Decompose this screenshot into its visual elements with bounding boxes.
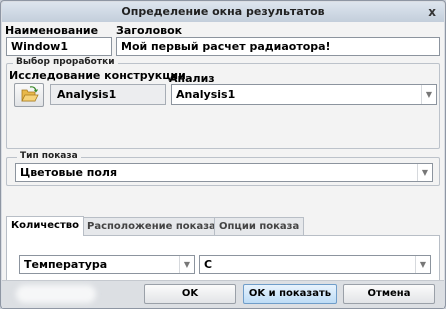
analysis-combo[interactable]: Analysis1 ▼ (171, 84, 437, 105)
heading-field[interactable]: Мой первый расчет радиаотора! (116, 37, 440, 56)
blurred-region (16, 285, 96, 303)
chevron-down-icon[interactable]: ▼ (421, 85, 436, 104)
name-label: Наименование (5, 24, 99, 37)
chevron-down-icon[interactable]: ▼ (417, 164, 432, 181)
display-type-group: Тип показа Цветовые поля ▼ (6, 151, 440, 186)
chevron-down-icon[interactable]: ▼ (415, 256, 430, 273)
measure-value: Температура (24, 258, 108, 271)
ok-button[interactable]: OK (144, 284, 236, 304)
name-field[interactable]: Window1 (6, 37, 112, 56)
chevron-down-icon[interactable]: ▼ (179, 256, 194, 273)
display-type-value: Цветовые поля (20, 166, 118, 179)
tab-display-location[interactable]: Расположение показа (82, 217, 221, 235)
dialog-content: Наименование Заголовок Window1 Мой первы… (2, 22, 444, 308)
result-window-dialog: Определение окна результатов x Наименова… (0, 0, 446, 309)
unit-combo[interactable]: C ▼ (199, 255, 431, 274)
cancel-button[interactable]: Отмена (343, 284, 435, 304)
close-icon[interactable]: x (428, 2, 436, 22)
measure-combo[interactable]: Температура ▼ (19, 255, 195, 274)
study-selection-title: Выбор проработки (13, 57, 118, 67)
heading-label: Заголовок (116, 24, 183, 37)
ok-and-show-button[interactable]: OK и показать (243, 284, 337, 304)
study-selection-group: Выбор проработки Исследование конструкци… (6, 57, 440, 149)
open-folder-icon (21, 86, 39, 102)
title-bar: Определение окна результатов x (2, 2, 444, 22)
design-study-label: Исследование конструкции (9, 69, 186, 82)
analysis-value: Analysis1 (176, 88, 236, 101)
tab-quantity[interactable]: Количество (6, 216, 84, 236)
unit-value: C (204, 258, 213, 271)
browse-button[interactable] (14, 83, 44, 107)
design-study-field: Analysis1 (50, 84, 166, 105)
tab-display-options[interactable]: Опции показа (214, 217, 305, 235)
display-type-combo[interactable]: Цветовые поля ▼ (15, 163, 433, 182)
display-type-title: Тип показа (17, 151, 81, 161)
quantity-tab-panel: Температура ▼ C ▼ (6, 235, 440, 283)
dialog-title: Определение окна результатов (121, 5, 325, 18)
